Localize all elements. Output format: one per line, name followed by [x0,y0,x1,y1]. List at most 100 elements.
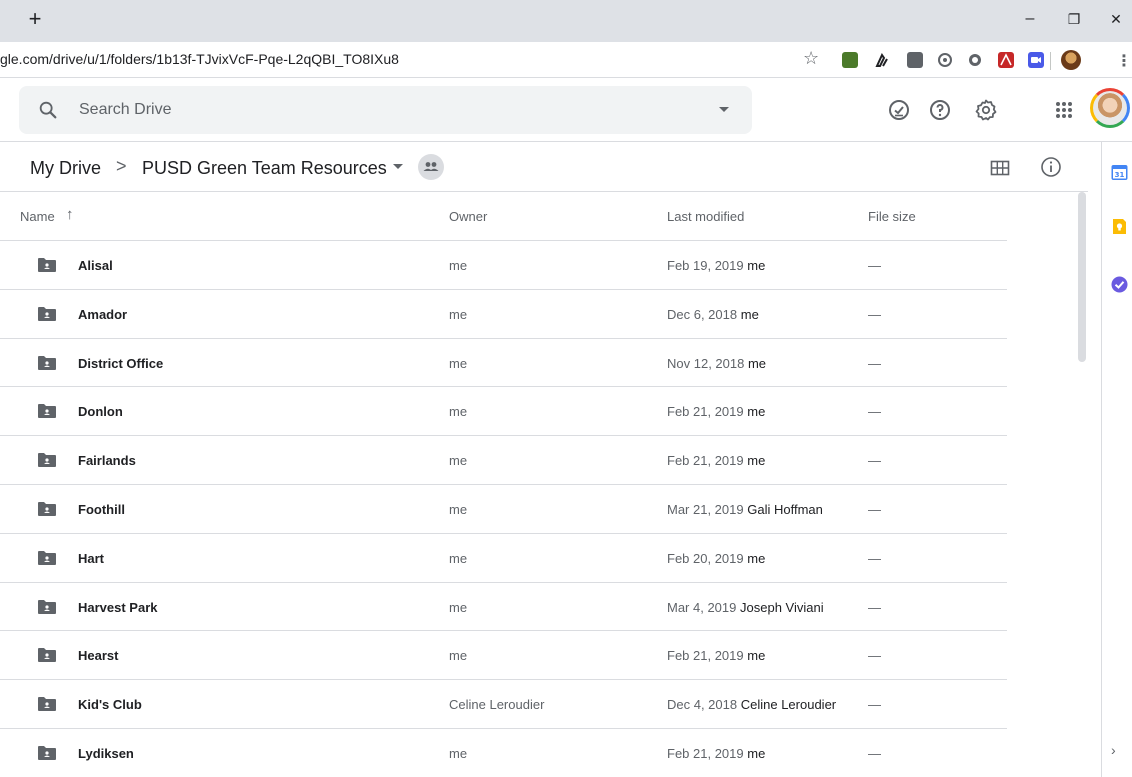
modified-date: Nov 12, 2018 [667,355,745,371]
browser-menu-icon[interactable]: ⋮ [1116,51,1132,71]
file-name[interactable]: Hearst [78,648,118,663]
account-avatar[interactable] [1090,88,1130,128]
file-name[interactable]: Kid's Club [78,697,142,712]
keep-icon[interactable] [1111,218,1128,235]
file-name[interactable]: Harvest Park [78,600,158,615]
ready-for-offline-icon[interactable] [887,98,911,122]
restore-button[interactable]: ❐ [1062,8,1086,30]
file-name[interactable]: Amador [78,307,127,322]
table-row[interactable]: Hearst me Feb 21, 2019 me — [0,631,1007,681]
profile-avatar-icon[interactable] [1061,50,1081,70]
breadcrumb-current-folder[interactable]: PUSD Green Team Resources [142,158,387,179]
modified-date: Feb 21, 2019 [667,648,744,664]
table-row[interactable]: Donlon me Feb 21, 2019 me — [0,387,1007,437]
breadcrumb-my-drive[interactable]: My Drive [30,158,101,179]
extension-icon[interactable] [967,52,983,68]
file-owner: me [449,648,468,664]
file-last-modified: Dec 6, 2018 me [667,307,759,322]
address-bar: gle.com/drive/u/1/folders/1b13f-TJvixVcF… [0,42,1132,78]
table-row[interactable]: Lydiksen me Feb 21, 2019 me — [0,729,1007,777]
modified-by: me [747,745,766,761]
tasks-icon[interactable] [1111,276,1128,293]
browser-tab-strip: + – ❐ ✕ [0,0,1132,42]
extension-icon[interactable] [907,52,923,68]
settings-icon[interactable] [974,98,998,122]
shared-folder-icon [38,697,56,712]
apps-grid-icon[interactable] [1052,98,1076,122]
modified-date: Dec 4, 2018 [667,697,738,713]
scrollbar-thumb[interactable] [1078,192,1086,362]
file-size: — [868,355,881,371]
file-name[interactable]: Donlon [78,404,123,419]
table-row[interactable]: Hart me Feb 20, 2019 me — [0,534,1007,583]
column-header-name[interactable]: Name [20,209,55,224]
file-size: — [868,258,881,273]
file-last-modified: Feb 21, 2019 me [667,746,765,761]
extension-icon[interactable] [842,52,858,68]
search-input[interactable] [79,98,679,122]
file-size: — [868,404,881,420]
extension-icon[interactable] [874,52,890,68]
info-icon[interactable] [1040,156,1062,178]
file-name[interactable]: District Office [78,356,163,371]
extension-icon[interactable] [998,52,1014,68]
modified-by: me [747,258,766,273]
modified-by: Celine Leroudier [740,697,837,713]
expand-side-panel-chevron-right-icon[interactable]: › [1111,742,1116,758]
file-list-scrollbar[interactable] [1075,192,1087,777]
column-header-last-modified[interactable]: Last modified [667,209,744,224]
minimize-button[interactable]: – [1018,8,1042,30]
search-options-chevron-down-icon[interactable] [719,107,729,112]
drive-header [0,78,1132,142]
file-owner: me [449,355,468,371]
help-icon[interactable] [928,98,952,122]
file-size: — [868,745,881,761]
modified-date: Mar 4, 2019 [667,599,737,615]
search-icon[interactable] [37,99,59,121]
file-name[interactable]: Alisal [78,258,113,273]
file-name[interactable]: Hart [78,551,104,566]
shared-folder-icon [38,550,56,565]
new-tab-button[interactable]: + [26,8,44,30]
file-name[interactable]: Foothill [78,502,125,517]
folder-menu-chevron-down-icon[interactable] [393,164,403,169]
shared-folder-icon [38,258,56,272]
bookmark-star-icon[interactable]: ☆ [803,48,819,69]
table-row[interactable]: Amador me Dec 6, 2018 me — [0,290,1007,339]
grid-view-icon[interactable] [990,158,1010,178]
table-row[interactable]: District Office me Nov 12, 2018 me — [0,339,1007,388]
file-name[interactable]: Lydiksen [78,746,134,761]
file-name[interactable]: Fairlands [78,453,136,468]
file-size: — [868,501,881,517]
file-last-modified: Feb 21, 2019 me [667,648,765,663]
extension-icon[interactable] [1028,52,1044,68]
file-owner: me [449,550,468,566]
sort-ascending-arrow-icon[interactable]: ↑ [66,206,74,223]
modified-by: Joseph Viviani [740,599,824,615]
search-box[interactable] [19,86,752,134]
file-last-modified: Nov 12, 2018 me [667,356,766,371]
table-row[interactable]: Alisal me Feb 19, 2019 me — [0,241,1007,290]
breadcrumb-separator: > [116,156,127,176]
modified-date: Feb 21, 2019 [667,404,744,420]
shared-folder-people-icon [418,154,444,180]
modified-by: me [740,306,759,322]
file-owner: me [449,453,468,469]
file-last-modified: Feb 21, 2019 me [667,453,765,468]
modified-by: me [747,404,766,420]
file-last-modified: Feb 19, 2019 me [667,258,765,273]
url-text[interactable]: gle.com/drive/u/1/folders/1b13f-TJvixVcF… [0,51,399,67]
extension-icon[interactable] [937,52,953,68]
table-row[interactable]: Kid's Club Celine Leroudier Dec 4, 2018 … [0,680,1007,729]
modified-date: Feb 21, 2019 [667,453,744,469]
calendar-icon[interactable]: 31 [1111,164,1128,181]
side-panel: 31 › [1101,142,1132,777]
table-row[interactable]: Fairlands me Feb 21, 2019 me — [0,436,1007,485]
column-header-owner: Owner [449,209,488,224]
table-row[interactable]: Foothill me Mar 21, 2019 Gali Hoffman — [0,485,1007,534]
shared-folder-icon [38,355,56,370]
table-row[interactable]: Harvest Park me Mar 4, 2019 Joseph Vivia… [0,583,1007,632]
modified-by: me [747,355,767,371]
close-window-button[interactable]: ✕ [1104,8,1128,30]
file-size: — [868,550,881,566]
